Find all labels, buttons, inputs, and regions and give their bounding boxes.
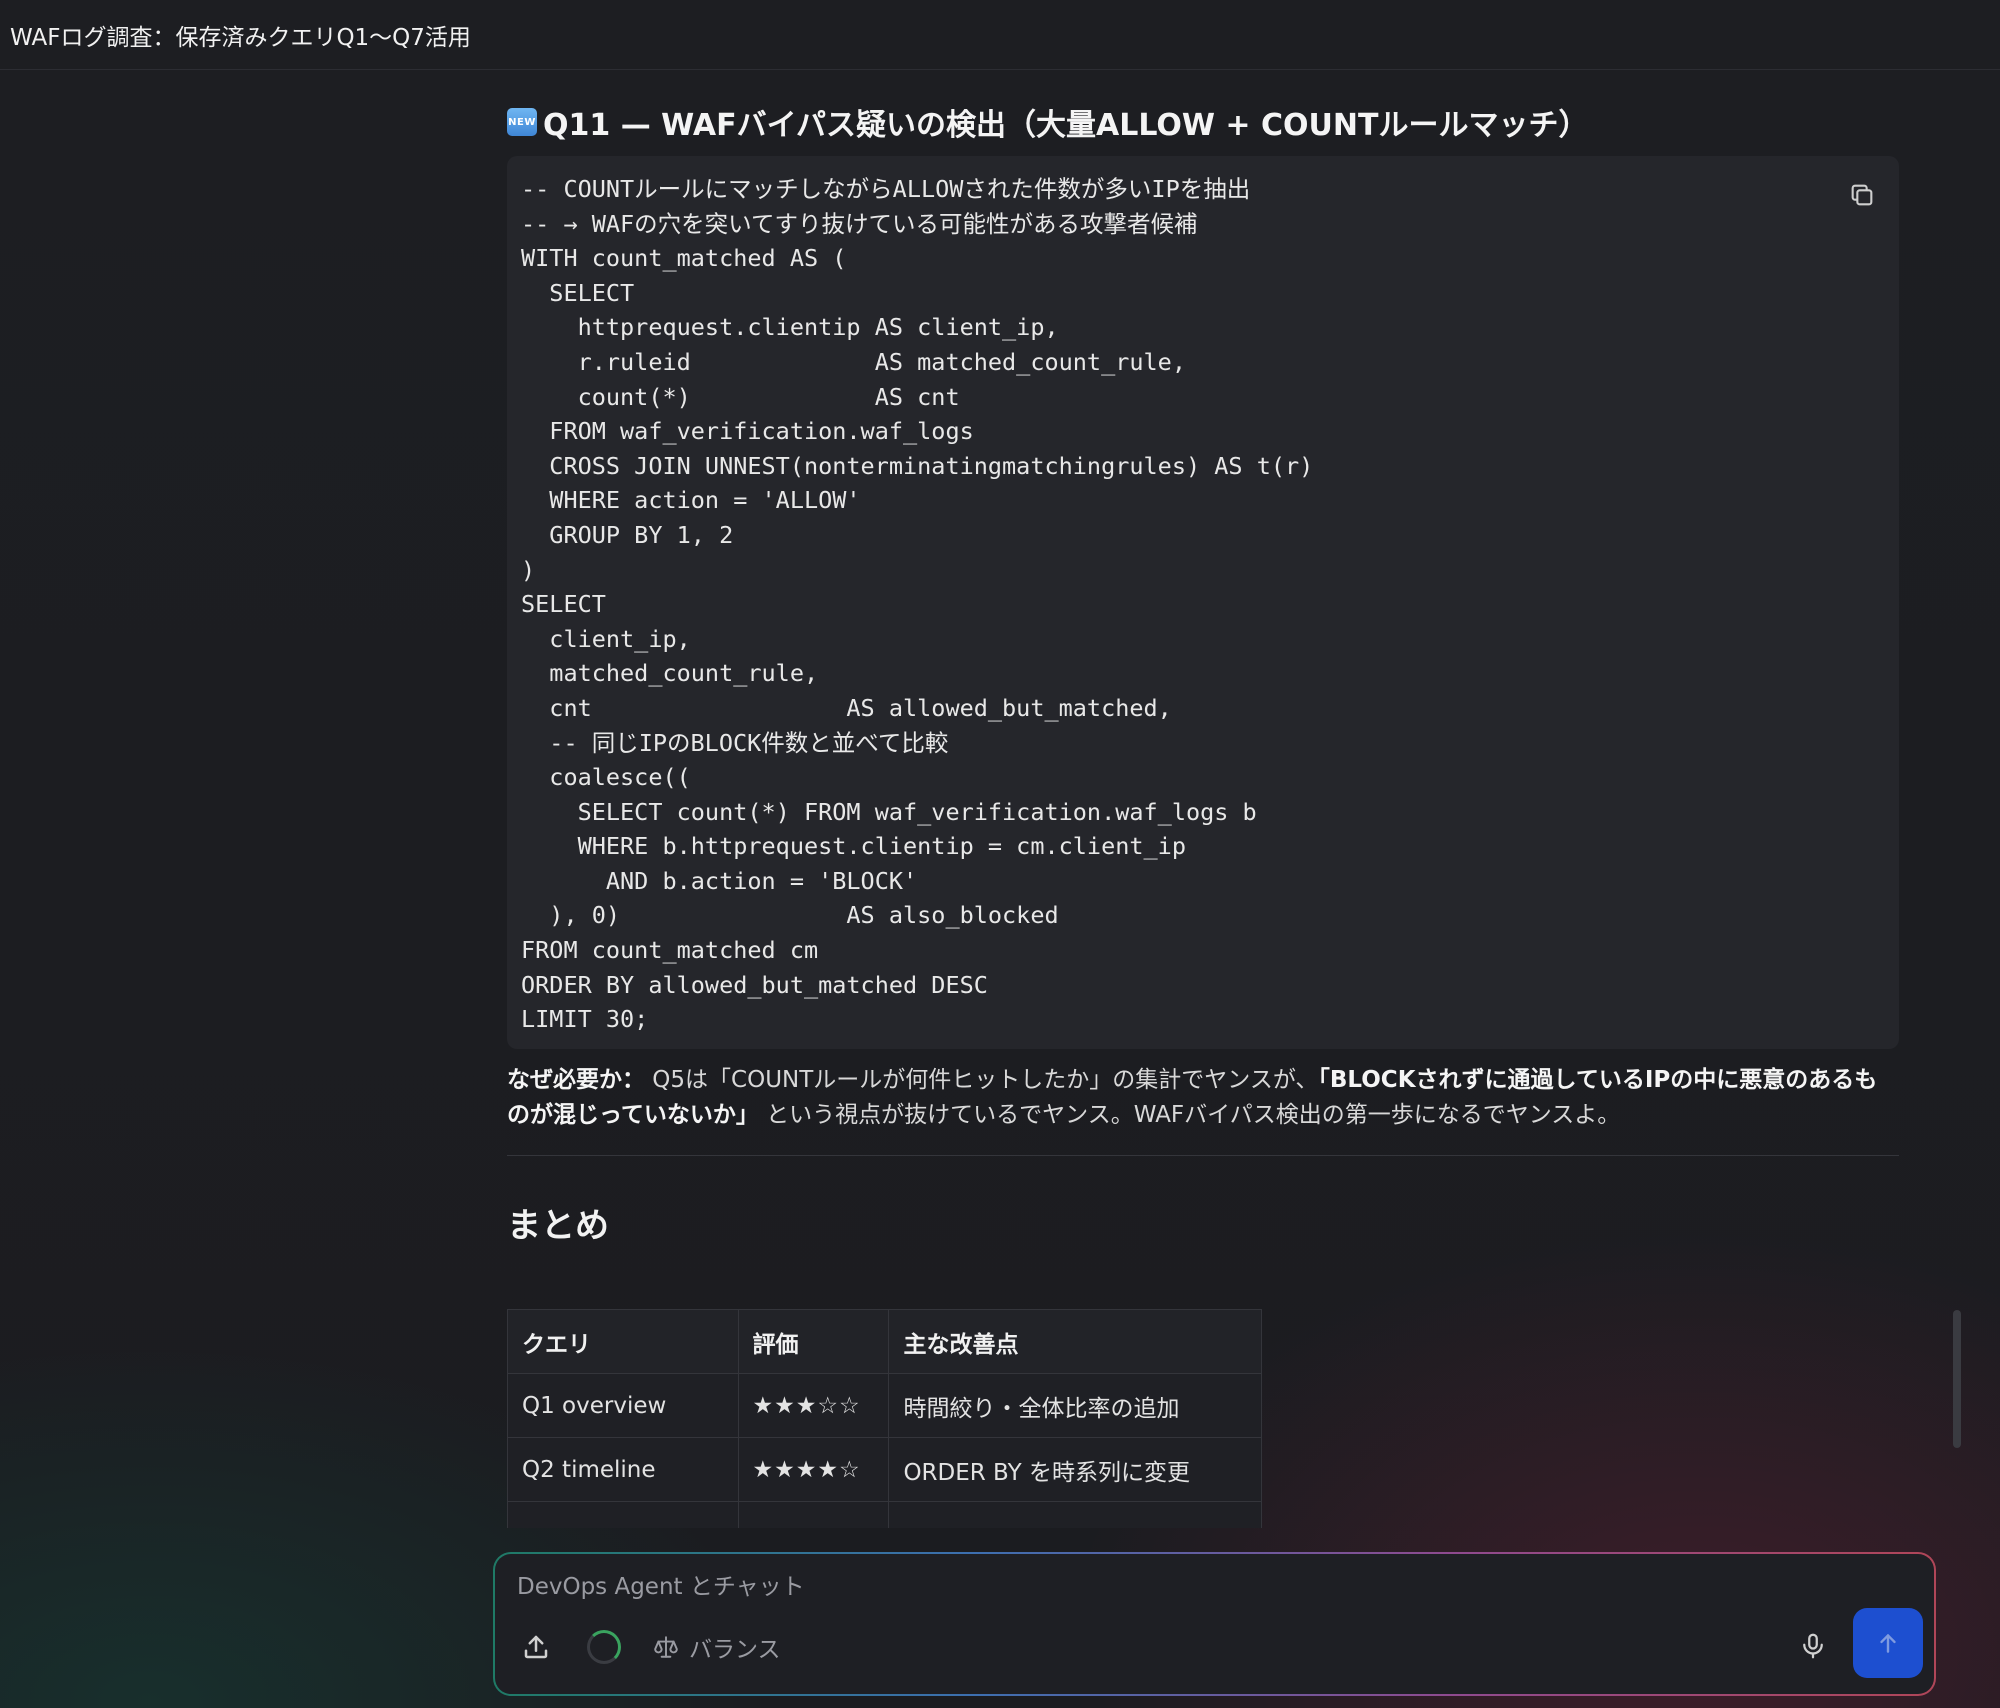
sql-code-block: -- COUNTルールにマッチしながらALLOWされた件数が多いIPを抽出 --…	[507, 156, 1899, 1049]
window-title: WAFログ調査：保存済みクエリQ1〜Q7活用	[10, 24, 471, 51]
cell-query: Q1 overview	[507, 1373, 739, 1438]
sql-code: -- COUNTルールにマッチしながらALLOWされた件数が多いIPを抽出 --…	[521, 175, 1314, 1034]
divider	[507, 1155, 1899, 1156]
loading-spinner-icon	[587, 1630, 621, 1664]
title-bar: WAFログ調査：保存済みクエリQ1〜Q7活用	[0, 0, 2000, 70]
summary-table: クエリ 評価 主な改善点 Q1 overview ★★★☆☆ 時間絞り・全体比率…	[507, 1309, 1262, 1528]
table-row: Q2 timeline ★★★★☆ ORDER BY を時系列に変更	[507, 1437, 1262, 1502]
chat-composer-inner: バランス	[495, 1554, 1934, 1694]
microphone-icon	[1803, 1633, 1823, 1659]
mode-label: バランス	[689, 1637, 781, 1663]
cell-rating	[737, 1501, 890, 1528]
scrollbar-thumb[interactable]	[1953, 1310, 1961, 1448]
section-heading: NEW Q11 — WAFバイパス疑いの検出（大量ALLOW + COUNTルー…	[507, 96, 1899, 148]
why-text-1: Q5は「COUNTルールが何件ヒットしたか」の集計でヤンスが、	[645, 1067, 1319, 1093]
send-button[interactable]	[1853, 1608, 1923, 1678]
cell-query: Q2 timeline	[507, 1437, 739, 1502]
cell-improvement: 時間絞り・全体比率の追加	[888, 1373, 1262, 1438]
cell-improvement: ORDER BY を時系列に変更	[888, 1437, 1262, 1502]
microphone-button[interactable]	[1798, 1631, 1830, 1663]
balance-scale-icon	[654, 1636, 678, 1658]
cell-rating: ★★★★☆	[737, 1437, 890, 1502]
section-heading-text: Q11 — WAFバイパス疑いの検出（大量ALLOW + COUNTルールマッチ…	[543, 108, 1589, 143]
table-row: Q1 overview ★★★☆☆ 時間絞り・全体比率の追加	[507, 1373, 1262, 1438]
cell-rating: ★★★☆☆	[737, 1373, 890, 1438]
message-content: NEW Q11 — WAFバイパス疑いの検出（大量ALLOW + COUNTルー…	[507, 96, 1899, 1247]
chat-input[interactable]	[517, 1574, 1817, 1600]
table-row	[507, 1501, 1262, 1528]
upload-button[interactable]	[521, 1632, 551, 1662]
copy-code-button[interactable]	[1847, 180, 1877, 210]
arrow-up-icon	[1880, 1634, 1896, 1653]
why-text-2: という視点が抜けているでヤンス。WAFバイパス検出の第一歩になるでヤンスよ。	[758, 1102, 1621, 1128]
column-header-improvement: 主な改善点	[888, 1309, 1262, 1374]
upload-icon	[524, 1635, 548, 1659]
chat-composer: バランス	[493, 1552, 1936, 1696]
explanation-paragraph: なぜ必要か： Q5は「COUNTルールが何件ヒットしたか」の集計でヤンスが、「B…	[507, 1063, 1899, 1133]
copy-icon	[1851, 184, 1873, 206]
new-badge-icon: NEW	[507, 108, 537, 136]
why-label: なぜ必要か：	[507, 1067, 645, 1093]
summary-table-container: クエリ 評価 主な改善点 Q1 overview ★★★☆☆ 時間絞り・全体比率…	[507, 1309, 1262, 1528]
column-header-rating: 評価	[737, 1309, 890, 1374]
cell-improvement	[888, 1501, 1262, 1528]
mode-selector[interactable]: バランス	[653, 1630, 781, 1664]
summary-heading: まとめ	[507, 1206, 609, 1246]
table-header-row: クエリ 評価 主な改善点	[507, 1309, 1262, 1374]
column-header-query: クエリ	[507, 1309, 739, 1374]
cell-query	[507, 1501, 739, 1528]
